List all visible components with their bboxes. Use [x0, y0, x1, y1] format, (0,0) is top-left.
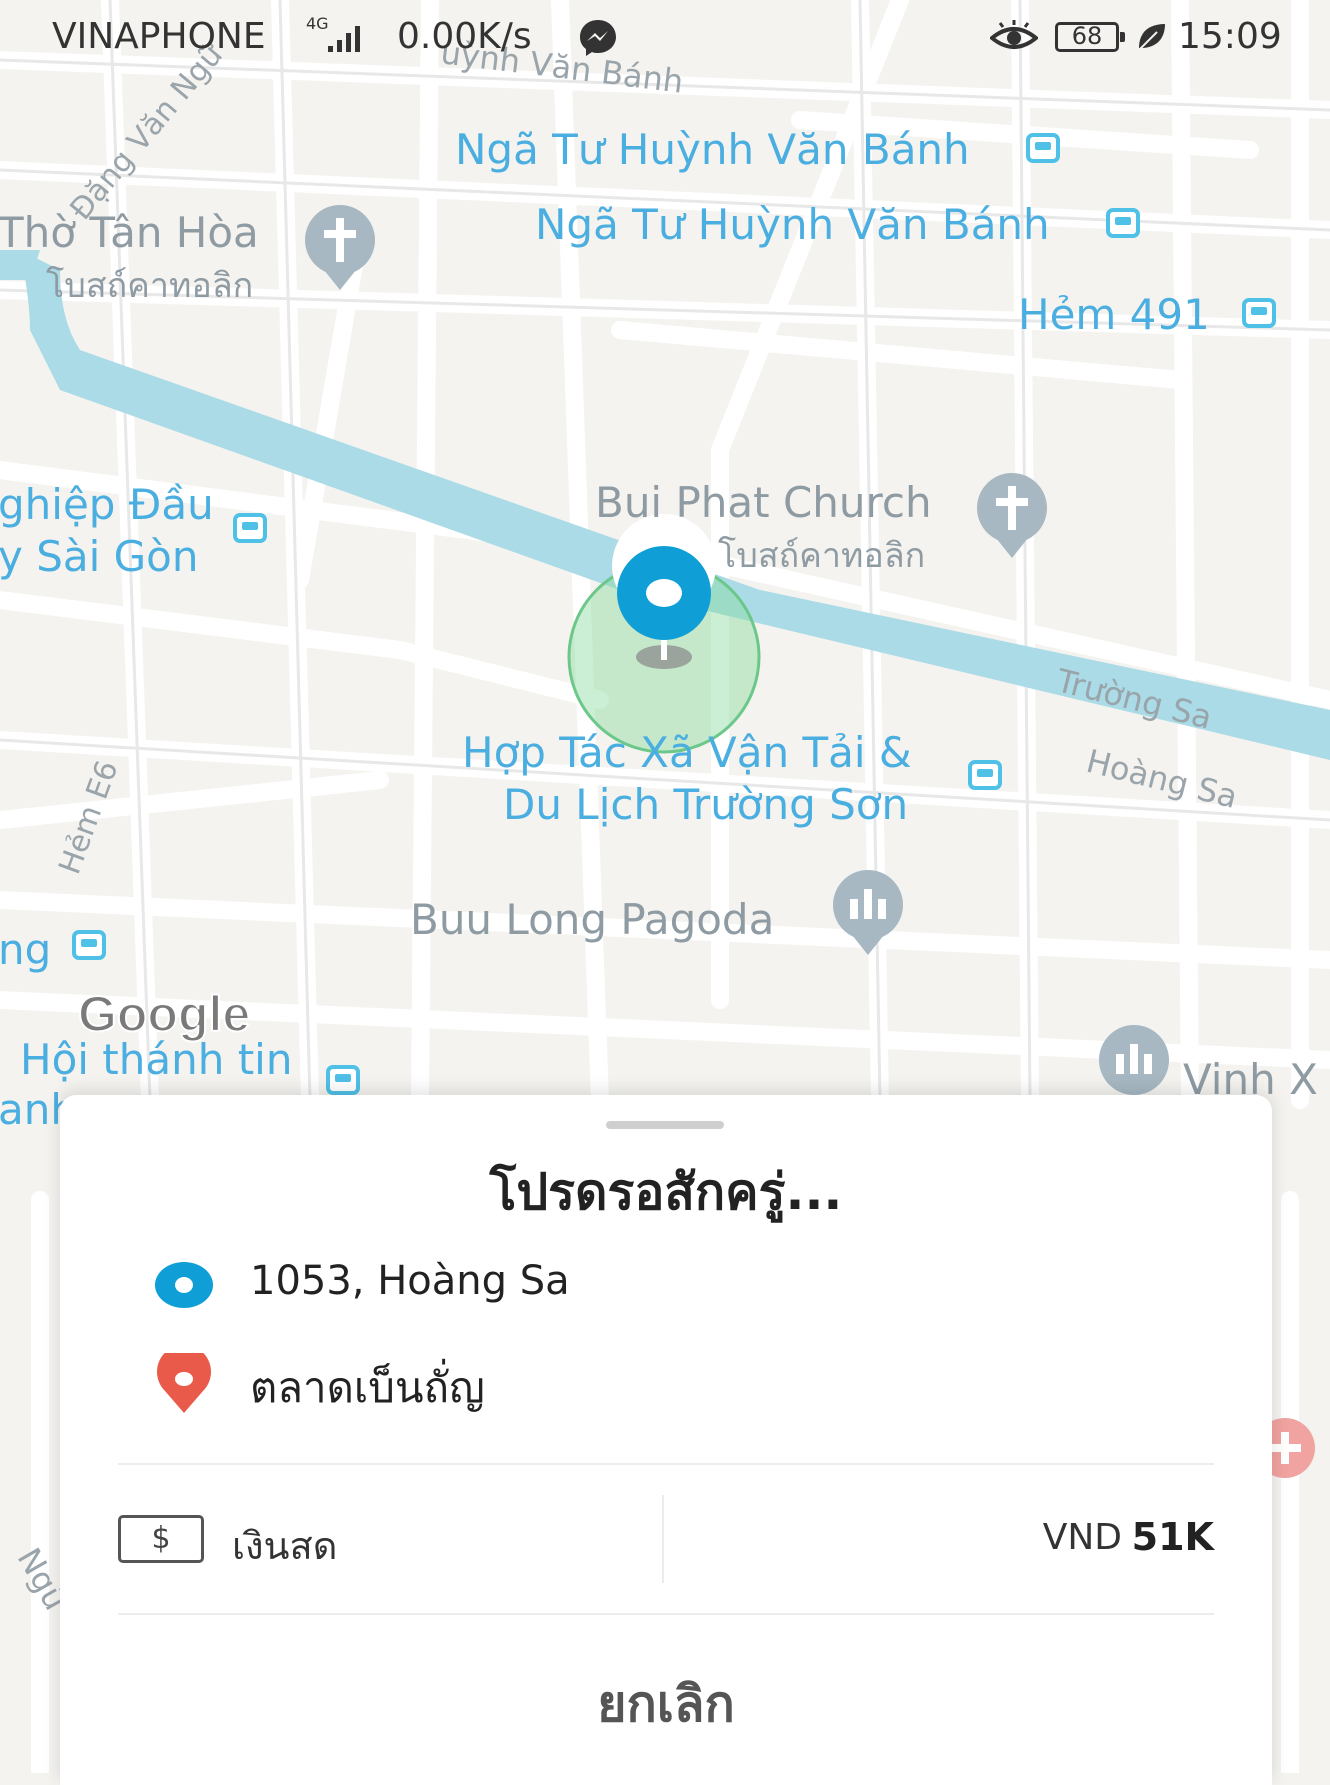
bus-stop-label[interactable]: Hợp Tác Xã Vận Tải & — [462, 728, 912, 777]
destination-row[interactable]: ตลาดเบ็นถั่ญ — [155, 1347, 1155, 1417]
bus-stop-icon — [326, 1065, 360, 1095]
bus-stop-label[interactable]: ghiệp Đầu — [0, 480, 214, 529]
church-type-label: โบสถ์คาทอลิก — [46, 266, 254, 306]
bus-stop-icon — [1026, 133, 1060, 163]
ride-request-sheet: โปรดรอสักครู่... 1053, Hoàng Sa ตลาดเบ็น… — [60, 1095, 1272, 1785]
clock: 15:09 — [1178, 16, 1282, 57]
bus-stop-label[interactable]: Du Lịch Trường Sơn — [503, 780, 908, 829]
divider — [118, 1613, 1214, 1615]
destination-pin-icon — [157, 1353, 211, 1413]
cancel-button[interactable]: ยกเลิก — [60, 1665, 1272, 1744]
sheet-title: โปรดรอสักครู่... — [489, 1163, 843, 1221]
destination-address: ตลาดเบ็นถั่ญ — [250, 1363, 485, 1412]
pickup-row[interactable]: 1053, Hoàng Sa — [155, 1250, 1155, 1320]
messenger-icon — [580, 20, 616, 56]
payment-row[interactable]: $ เงินสด VND 51K — [118, 1495, 1214, 1585]
leaf-icon — [1138, 24, 1165, 51]
sheet-drag-handle[interactable] — [606, 1121, 724, 1129]
bus-stop-label[interactable]: ng — [0, 925, 51, 974]
cash-icon: $ — [118, 1515, 204, 1563]
pickup-address: 1053, Hoàng Sa — [250, 1258, 570, 1304]
fare-price: 51K — [1131, 1515, 1214, 1559]
bus-stop-label[interactable]: Ngã Tư Huỳnh Văn Bánh — [535, 200, 1050, 249]
church-label[interactable]: Thờ Tân Hòa — [0, 208, 259, 257]
pickup-pin-icon — [612, 513, 716, 640]
church-label[interactable]: Bui Phat Church — [595, 478, 932, 527]
eye-comfort-icon — [990, 20, 1038, 49]
bus-stop-icon — [233, 513, 267, 543]
divider — [118, 1463, 1214, 1465]
currency-label: VND — [1042, 1517, 1122, 1558]
bus-stop-label[interactable]: Ngã Tư Huỳnh Văn Bánh — [455, 125, 970, 174]
payment-method: เงินสด — [232, 1524, 338, 1568]
dollar-sign: $ — [151, 1521, 171, 1556]
network-speed: 0.00K/s — [397, 16, 532, 57]
bus-stop-label[interactable]: y Sài Gòn — [0, 532, 198, 581]
bus-stop-icon — [1106, 208, 1140, 238]
battery-level: 68 — [1071, 22, 1103, 50]
bus-stop-label[interactable]: Hẻm 491 — [1018, 290, 1210, 339]
bus-stop-icon — [1242, 298, 1276, 328]
carrier-name: VINAPHONE — [52, 16, 266, 57]
payment-divider — [662, 1495, 664, 1583]
church-type-label: โบสถ์คาทอลิก — [718, 536, 926, 576]
place-label[interactable]: Hội thánh tin — [20, 1035, 292, 1084]
battery-icon: 68 — [1055, 22, 1125, 52]
pagoda-label[interactable]: Buu Long Pagoda — [410, 895, 774, 944]
signal-icon — [328, 26, 360, 52]
pickup-dot-icon — [155, 1262, 213, 1308]
bus-stop-icon — [968, 760, 1002, 790]
bus-stop-icon — [72, 930, 106, 960]
status-bar: VINAPHONE 4G 0.00K/s 68 15:09 — [0, 0, 1330, 75]
pagoda-icon — [1099, 1025, 1169, 1095]
